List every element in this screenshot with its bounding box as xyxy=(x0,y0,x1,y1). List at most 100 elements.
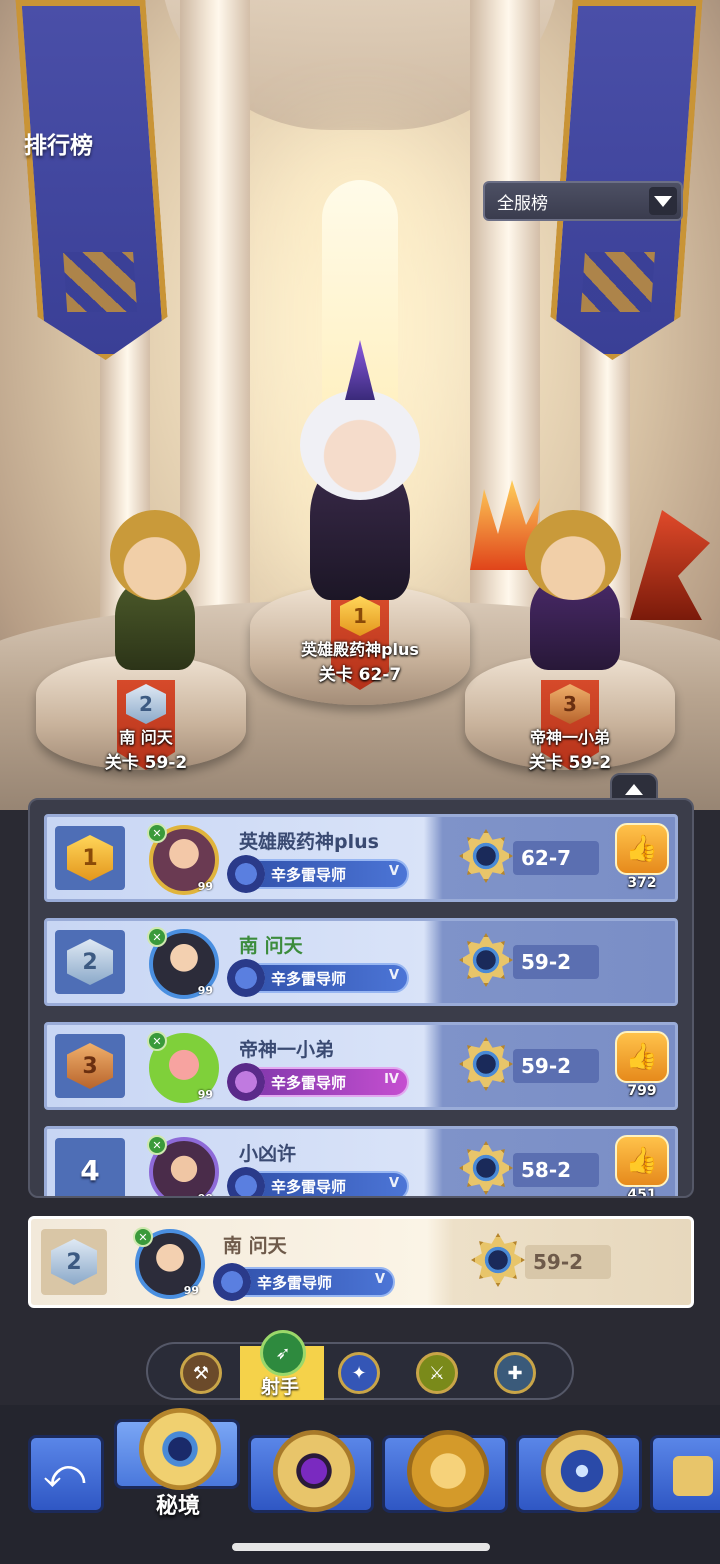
avatar[interactable]: ✕ 99 xyxy=(147,927,219,999)
rank-badge: 2 xyxy=(51,1239,97,1285)
rank-badge: 3 xyxy=(67,1043,113,1089)
archer-class-icon: ✕ xyxy=(147,927,167,947)
nav-tab-2[interactable] xyxy=(248,1430,374,1513)
avatar-level: 99 xyxy=(198,1192,213,1196)
title-tier: V xyxy=(388,864,399,879)
avatar[interactable]: ✕ 99 xyxy=(147,1031,219,1103)
ranking-row[interactable]: 3 ✕ 99 帝神一小弟 辛多雷导师 IV 59-2 👍 799 xyxy=(44,1022,678,1110)
player-title-text: 辛多雷导师 xyxy=(271,865,347,884)
title-emblem-icon xyxy=(227,855,265,893)
stage-emblem-icon xyxy=(459,1141,513,1195)
thumbs-up-icon: 👍 xyxy=(625,1146,659,1176)
player-name: 南 问天 xyxy=(223,1235,287,1257)
rank-badge: 2 xyxy=(67,939,113,985)
like-button[interactable]: 👍 xyxy=(615,823,669,875)
like-button[interactable]: 👍 xyxy=(615,1031,669,1083)
title-tier: IV xyxy=(384,1072,399,1087)
stage-value: 59-2 xyxy=(513,1049,599,1083)
rank-number: 4 xyxy=(80,1153,100,1187)
bottom-nav: ⤺ xyxy=(0,1405,720,1564)
nav-tab-5[interactable] xyxy=(650,1435,720,1513)
archer-class-icon: ✕ xyxy=(147,823,167,843)
stage-emblem-icon xyxy=(471,1233,525,1287)
like-count: 799 xyxy=(627,1083,657,1099)
player-title-text: 辛多雷导师 xyxy=(271,969,347,988)
stage-value: 59-2 xyxy=(513,945,599,979)
ranking-row[interactable]: 4 ✕ 99 小凶许 辛多雷导师 V 58-2 👍 451 xyxy=(44,1126,678,1198)
podium-1-name: 英雄殿药神plus xyxy=(301,640,419,659)
stage-emblem-icon xyxy=(459,933,513,987)
like-count: 372 xyxy=(627,875,657,891)
player-name: 英雄殿药神plus xyxy=(239,831,379,853)
rank-badge: 1 xyxy=(67,835,113,881)
blue-star-icon xyxy=(541,1430,623,1512)
archer-class-icon: ✕ xyxy=(133,1227,153,1247)
player-name: 小凶许 xyxy=(239,1143,297,1165)
hero-champion-2[interactable] xyxy=(80,510,230,670)
player-title-text: 辛多雷导师 xyxy=(271,1177,347,1196)
class-filter-active-label: 射手 xyxy=(260,1376,299,1398)
ranking-row[interactable]: 2 ✕ 99 南 问天 辛多雷导师 V 59-2 xyxy=(44,918,678,1006)
nav-active-label: 秘境 xyxy=(155,1494,200,1519)
avatar[interactable]: ✕ 99 xyxy=(147,823,219,895)
thumbs-up-icon: 👍 xyxy=(625,1042,659,1072)
rank-cell: 3 xyxy=(55,1034,125,1098)
avatar-level: 99 xyxy=(197,984,213,997)
arena-scene: 1 英雄殿药神plus 关卡 62-7 2 南 问天 关卡 59-2 3 帝神一… xyxy=(0,0,720,810)
more-icon xyxy=(673,1456,713,1496)
avatar-level: 99 xyxy=(183,1284,199,1297)
home-indicator[interactable] xyxy=(232,1543,490,1551)
rank-cell: 1 xyxy=(55,826,125,890)
title-tier: V xyxy=(374,1272,385,1287)
hero-champion-1[interactable] xyxy=(240,340,480,600)
player-title-text: 辛多雷导师 xyxy=(271,1073,347,1092)
stage-emblem-icon xyxy=(459,1037,513,1091)
nav-tab-secret-realm[interactable] xyxy=(114,1408,240,1490)
archer-icon[interactable]: ➶ xyxy=(260,1330,306,1376)
thumbs-up-icon: 👍 xyxy=(625,834,659,864)
title-emblem-icon xyxy=(213,1263,251,1301)
page-title: 排行榜 xyxy=(24,133,93,159)
mage-icon[interactable]: ✦ xyxy=(338,1352,380,1394)
back-button[interactable]: ⤺ xyxy=(28,1435,104,1513)
support-icon[interactable]: ✚ xyxy=(494,1352,536,1394)
title-tier: V xyxy=(388,968,399,983)
server-scope-dropdown[interactable]: 全服榜 xyxy=(483,181,683,221)
title-emblem-icon xyxy=(227,959,265,997)
stage-value: 58-2 xyxy=(513,1153,599,1187)
like-count: 451 xyxy=(627,1187,657,1198)
assassin-icon[interactable]: ⚔ xyxy=(416,1352,458,1394)
my-ranking-row[interactable]: 2 ✕ 99 南 问天 辛多雷导师 V 59-2 xyxy=(28,1216,694,1308)
player-title: 辛多雷导师 V xyxy=(213,1263,395,1301)
rank-cell: 2 xyxy=(41,1229,107,1295)
avatar[interactable]: ✕ 99 xyxy=(133,1227,205,1299)
podium-3-stage: 关卡 59-2 xyxy=(528,753,612,773)
nav-tab-4[interactable] xyxy=(516,1430,642,1513)
player-title: 辛多雷导师 V xyxy=(227,959,409,997)
avatar[interactable]: ✕ 99 xyxy=(147,1135,219,1196)
podium-2-stage: 关卡 59-2 xyxy=(104,753,188,773)
hero-champion-3[interactable] xyxy=(470,480,710,670)
server-scope-value: 全服榜 xyxy=(497,193,548,214)
nav-tab-3[interactable] xyxy=(382,1430,508,1513)
stage-emblem-icon xyxy=(459,829,513,883)
like-button[interactable]: 👍 xyxy=(615,1135,669,1187)
title-emblem-icon xyxy=(227,1063,265,1101)
title-emblem-icon xyxy=(227,1167,265,1196)
warrior-icon[interactable]: ⚒ xyxy=(180,1352,222,1394)
player-title: 辛多雷导师 IV xyxy=(227,1063,409,1101)
archer-class-icon: ✕ xyxy=(147,1031,167,1051)
rank-cell: 4 xyxy=(55,1138,125,1196)
banner-right xyxy=(547,0,702,360)
class-filter-bar: ⚒ ➶ ✦ ⚔ ✚ xyxy=(146,1330,574,1400)
chevron-down-icon xyxy=(649,187,677,215)
ranking-list[interactable]: 1 ✕ 99 英雄殿药神plus 辛多雷导师 V 62-7 👍 372 2 ✕ … xyxy=(28,798,694,1198)
archer-class-icon: ✕ xyxy=(147,1135,167,1155)
podium-2-name: 南 问天 xyxy=(119,728,173,747)
player-title: 辛多雷导师 V xyxy=(227,855,409,893)
rank-cell: 2 xyxy=(55,930,125,994)
purple-gem-icon xyxy=(273,1430,355,1512)
crown-icon xyxy=(407,1430,489,1512)
ranking-row[interactable]: 1 ✕ 99 英雄殿药神plus 辛多雷导师 V 62-7 👍 372 xyxy=(44,814,678,902)
avatar-level: 99 xyxy=(197,1088,213,1101)
